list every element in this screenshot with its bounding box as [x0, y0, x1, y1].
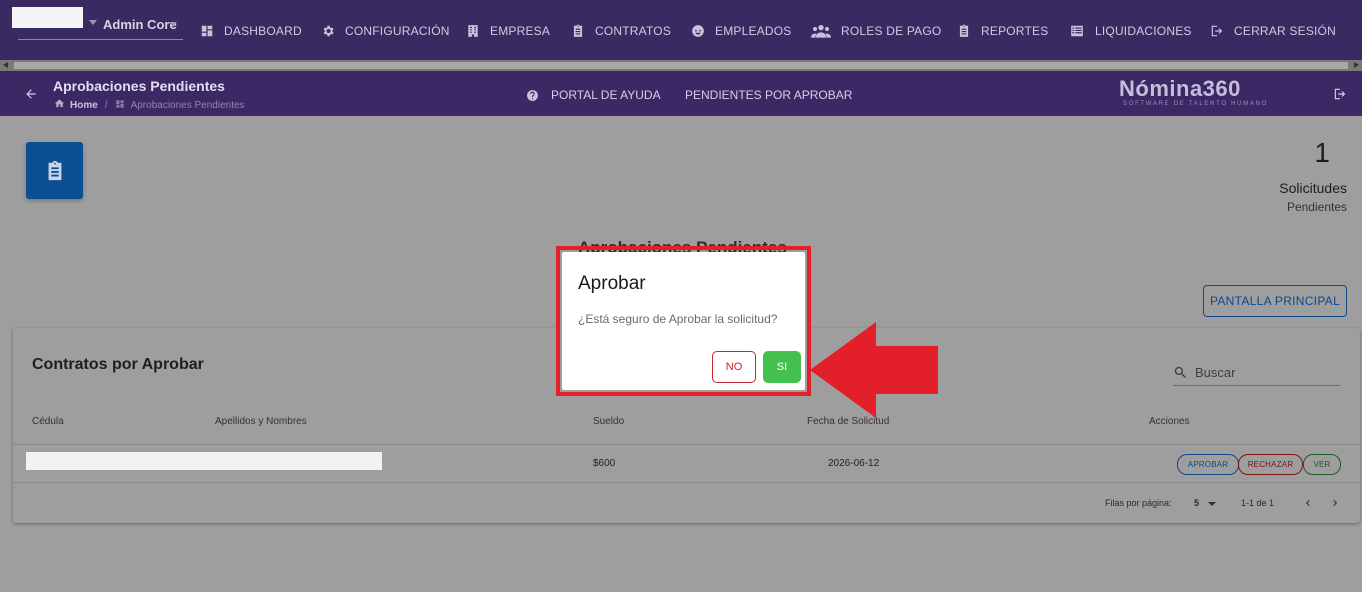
chevron-down-icon: [89, 20, 97, 25]
cell-sueldo: $600: [593, 458, 616, 469]
reject-button[interactable]: RECHAZAR: [1238, 454, 1303, 475]
breadcrumb-separator: /: [104, 99, 108, 111]
column-header-nombres[interactable]: Apellidos y Nombres: [215, 416, 307, 427]
chevron-left-icon[interactable]: [1302, 496, 1314, 508]
top-navbar: Admin Core DASHBOARD CONFIGURACIÓN EMPRE…: [0, 0, 1362, 60]
pending-approval-link[interactable]: PENDIENTES POR APROBAR: [685, 88, 852, 102]
nav-configuracion[interactable]: CONFIGURACIÓN: [321, 22, 466, 40]
rows-per-page-label: Filas por página:: [1105, 498, 1172, 508]
nav-label: CONTRATOS: [595, 24, 672, 38]
main-screen-button[interactable]: PANTALLA PRINCIPAL: [1203, 285, 1347, 317]
table-title: Contratos por Aprobar: [32, 356, 204, 373]
nav-contratos[interactable]: CONTRATOS: [571, 22, 691, 40]
gear-icon: [321, 24, 335, 38]
cell-fecha: 2026-06-12: [828, 458, 880, 469]
search-placeholder: Buscar: [1195, 365, 1236, 380]
column-header-sueldo[interactable]: Sueldo: [593, 416, 624, 427]
view-button[interactable]: VER: [1303, 454, 1341, 475]
clipboard-icon: [571, 24, 585, 38]
nav-cerrar-sesion[interactable]: CERRAR SESIÓN: [1210, 22, 1340, 40]
nav-label: DASHBOARD: [224, 24, 302, 38]
dashboard-icon: [115, 99, 125, 112]
dialog-title: Aprobar: [578, 273, 646, 294]
breadcrumb: Home / Aprobaciones Pendientes: [54, 98, 245, 112]
approve-button[interactable]: APROBAR: [1177, 454, 1239, 475]
redacted-employee-info: [26, 452, 382, 470]
search-icon: [1174, 366, 1186, 378]
nav-liquidaciones[interactable]: LIQUIDACIONES: [1069, 22, 1210, 40]
confirm-dialog: Aprobar ¿Está seguro de Aprobar la solic…: [562, 252, 805, 390]
pagination-range: 1-1 de 1: [1241, 498, 1275, 508]
clipboard-icon: [957, 24, 971, 38]
nav-label: EMPLEADOS: [715, 24, 792, 38]
row-divider: [13, 444, 1360, 445]
logout-icon[interactable]: [1333, 87, 1347, 106]
help-portal-link[interactable]: PORTAL DE AYUDA: [526, 88, 661, 102]
horizontal-scrollbar[interactable]: [0, 60, 1362, 71]
annotation-arrow-icon: [810, 322, 938, 418]
nav-label: LIQUIDACIONES: [1095, 24, 1192, 38]
pending-count: 1: [1314, 137, 1330, 168]
dialog-no-button[interactable]: NO: [712, 351, 756, 383]
pending-summary-tile: [26, 142, 83, 199]
row-divider: [13, 482, 1360, 483]
help-portal-label: PORTAL DE AYUDA: [551, 88, 661, 102]
brand-tagline: SOFTWARE DE TALENTO HUMANO: [1123, 101, 1268, 107]
logout-icon: [1210, 24, 1224, 38]
building-icon: [466, 24, 480, 38]
page-title: Aprobaciones Pendientes: [53, 78, 225, 94]
breadcrumb-current: Aprobaciones Pendientes: [130, 99, 245, 111]
scroll-right-icon[interactable]: [1354, 62, 1359, 68]
page-header: Aprobaciones Pendientes Home / Aprobacio…: [0, 71, 1362, 116]
column-header-cedula[interactable]: Cédula: [32, 416, 64, 427]
chevron-right-icon[interactable]: [1329, 496, 1341, 508]
nav-label: EMPRESA: [490, 24, 551, 38]
chevron-down-icon[interactable]: [169, 22, 177, 27]
scrollbar-thumb[interactable]: [14, 62, 1348, 69]
list-icon: [1069, 24, 1085, 38]
user-name: Admin Core: [103, 17, 177, 32]
nav-label: ROLES DE PAGO: [841, 24, 942, 38]
face-icon: [691, 24, 705, 38]
brand-logo: Nómina360: [1119, 76, 1241, 101]
rows-per-page-select[interactable]: 5: [1194, 498, 1199, 508]
nav-label: CONFIGURACIÓN: [345, 24, 450, 38]
arrow-left-icon[interactable]: [24, 87, 38, 101]
nav-label: REPORTES: [981, 24, 1049, 38]
nav-empleados[interactable]: EMPLEADOS: [691, 22, 811, 40]
dialog-message: ¿Está seguro de Aprobar la solicitud?: [578, 312, 778, 326]
nav-empresa[interactable]: EMPRESA: [466, 22, 571, 40]
dashboard-icon: [200, 24, 214, 38]
nav-dashboard[interactable]: DASHBOARD: [200, 22, 321, 40]
pending-count-label: Solicitudes: [1279, 180, 1347, 196]
home-icon: [54, 98, 65, 112]
nav-label: CERRAR SESIÓN: [1234, 24, 1336, 38]
nav-menu: DASHBOARD CONFIGURACIÓN EMPRESA CONTRATO…: [200, 22, 1340, 40]
people-icon: [811, 24, 831, 38]
scroll-left-icon[interactable]: [3, 62, 8, 68]
clipboard-icon: [48, 160, 61, 180]
help-icon: [527, 89, 538, 101]
nav-reportes[interactable]: REPORTES: [957, 22, 1069, 40]
dialog-yes-button[interactable]: SI: [763, 351, 801, 383]
breadcrumb-home[interactable]: Home: [70, 100, 98, 111]
search-input[interactable]: Buscar: [1173, 360, 1340, 386]
pending-count-sublabel: Pendientes: [1286, 200, 1347, 214]
chevron-down-icon[interactable]: [1208, 502, 1216, 506]
nav-roles-de-pago[interactable]: ROLES DE PAGO: [811, 22, 957, 40]
column-header-acciones: Acciones: [1149, 416, 1190, 427]
